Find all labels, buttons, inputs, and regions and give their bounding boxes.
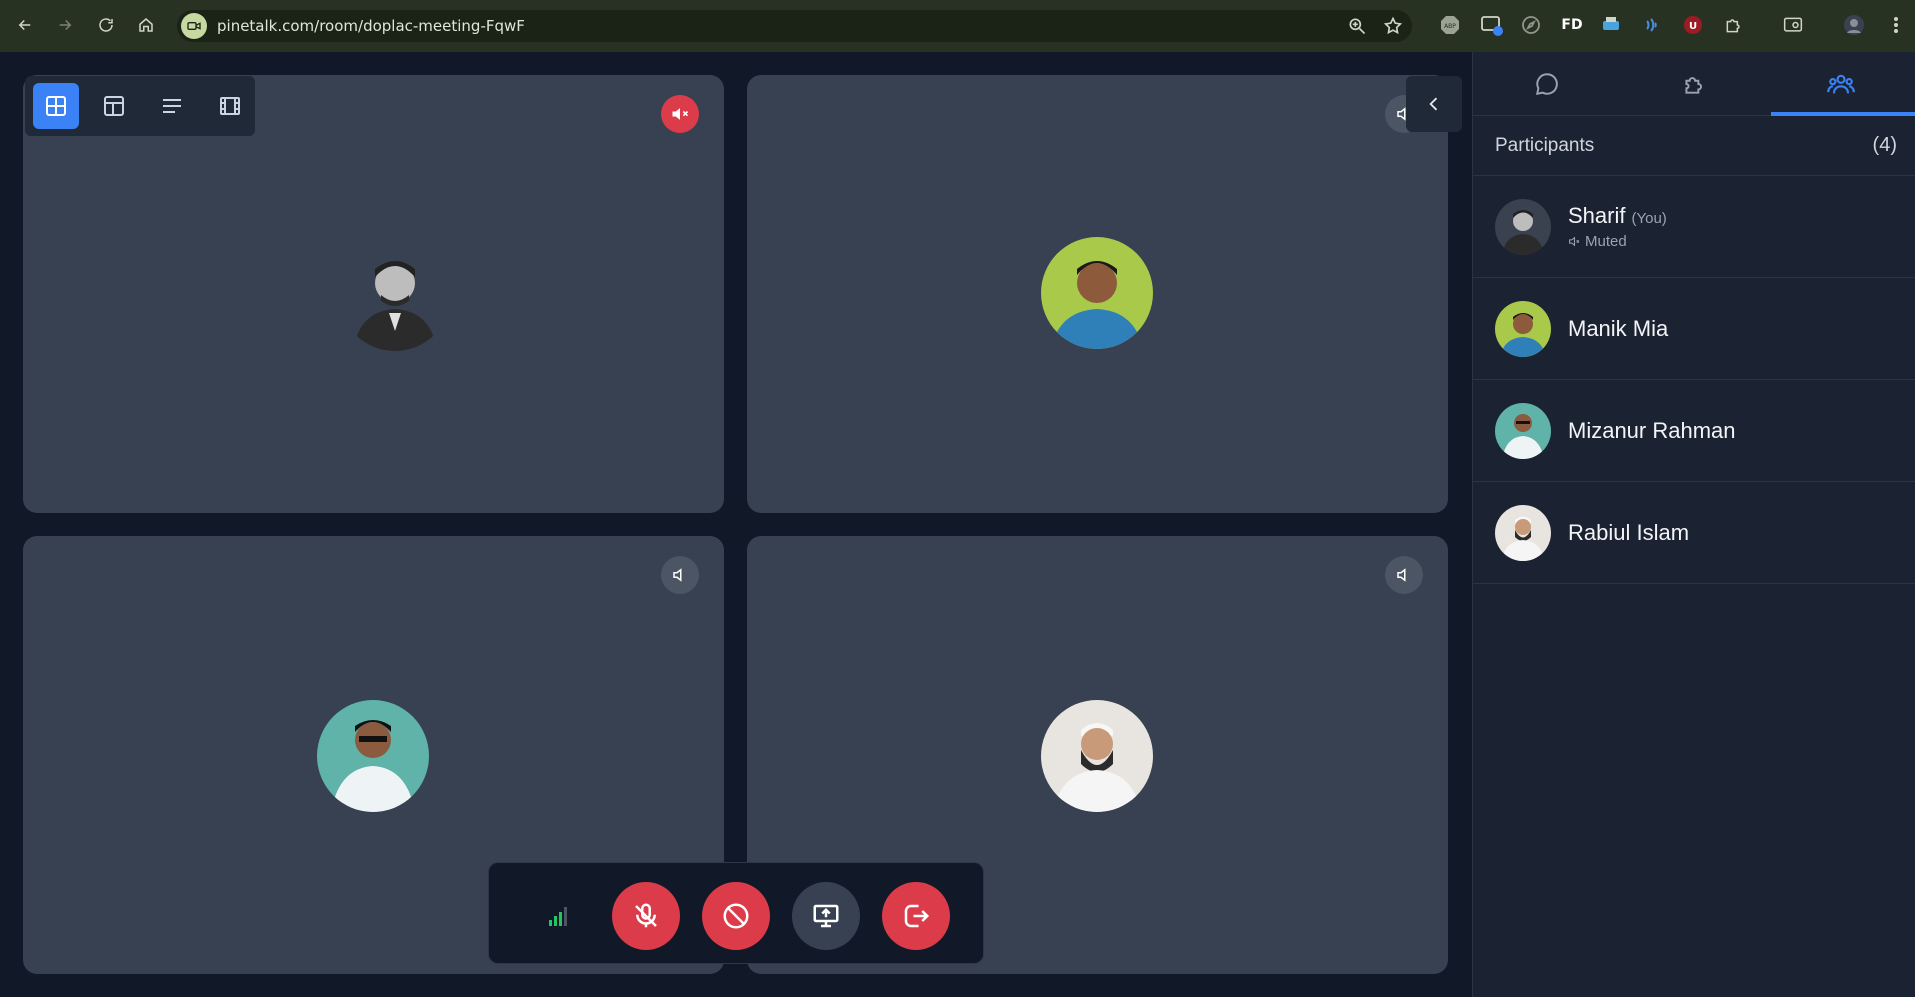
- participant-row[interactable]: Manik Mia: [1473, 278, 1915, 380]
- compass-icon[interactable]: [1520, 14, 1542, 36]
- fd-label: FD: [1561, 17, 1583, 33]
- muted-speaker-icon: [1569, 236, 1580, 247]
- participants-icon: [1827, 74, 1856, 93]
- tab-search-icon[interactable]: [1782, 14, 1804, 36]
- printer-icon[interactable]: [1600, 14, 1622, 36]
- list-view-icon[interactable]: [149, 83, 195, 129]
- kebab-menu-icon[interactable]: [1885, 14, 1907, 36]
- screen-share-icon: [813, 904, 839, 928]
- speaker-icon[interactable]: [661, 556, 699, 594]
- screen-share-button[interactable]: [792, 882, 860, 950]
- participant-count: (4): [1872, 134, 1897, 156]
- panel-tabs: [1473, 52, 1915, 116]
- camera-blocked-icon: [723, 903, 749, 929]
- zoom-icon[interactable]: [1347, 16, 1367, 36]
- fd-icon[interactable]: FD: [1561, 14, 1583, 36]
- panel-title: Participants: [1495, 134, 1595, 156]
- participant-row[interactable]: Mizanur Rahman: [1473, 380, 1915, 482]
- chat-icon: [1535, 72, 1558, 95]
- mute-status: Muted: [1568, 233, 1667, 250]
- leave-icon: [904, 904, 930, 928]
- puzzle-icon[interactable]: [1723, 14, 1745, 36]
- ublock-icon[interactable]: U: [1682, 14, 1704, 36]
- leave-call-button[interactable]: [882, 882, 950, 950]
- forward-icon[interactable]: [54, 14, 76, 36]
- tab-chat[interactable]: [1473, 52, 1620, 115]
- avatar: [317, 700, 429, 812]
- mic-off-icon: [635, 903, 657, 928]
- layout-switcher: [25, 76, 255, 136]
- site-camera-icon: [181, 13, 207, 39]
- chevron-left-icon: [1429, 97, 1438, 111]
- avatar: [1495, 504, 1551, 561]
- address-bar[interactable]: pinetalk.com/room/doplac-meeting-FqwF: [177, 10, 1412, 42]
- camera-toggle-button[interactable]: [702, 882, 770, 950]
- bookmark-star-icon[interactable]: [1383, 16, 1403, 36]
- mic-toggle-button[interactable]: [612, 882, 680, 950]
- svg-text:U: U: [1689, 21, 1697, 32]
- tab-participants[interactable]: [1768, 52, 1915, 115]
- avatar: [1041, 237, 1153, 349]
- picture-in-picture-icon[interactable]: [1481, 14, 1503, 36]
- participant-row[interactable]: Sharif (You) Muted: [1473, 176, 1915, 278]
- video-tile-manik-mia[interactable]: [747, 75, 1448, 513]
- tab-extensions[interactable]: [1620, 52, 1767, 115]
- wave-icon[interactable]: [1641, 14, 1663, 36]
- avatar: [1495, 402, 1551, 459]
- you-label: (You): [1631, 210, 1667, 227]
- avatar: [339, 239, 451, 351]
- url-text: pinetalk.com/room/doplac-meeting-FqwF: [217, 17, 525, 35]
- participant-name: Manik Mia: [1568, 315, 1669, 341]
- muted-speaker-icon[interactable]: [661, 95, 699, 133]
- participant-name: Rabiul Islam: [1568, 519, 1690, 545]
- filmstrip-view-icon[interactable]: [207, 83, 253, 129]
- video-tile-sharif[interactable]: [23, 75, 724, 513]
- status-text: Muted: [1585, 233, 1627, 250]
- participant-row[interactable]: Rabiul Islam: [1473, 482, 1915, 584]
- back-icon[interactable]: [14, 14, 36, 36]
- home-icon[interactable]: [135, 14, 157, 36]
- speaker-icon[interactable]: [1385, 556, 1423, 594]
- grid-view-icon[interactable]: [33, 83, 79, 129]
- side-panel: Participants (4) Sharif (You) Muted Manik…: [1472, 52, 1915, 997]
- avatar: [1041, 700, 1153, 812]
- participant-name: Mizanur Rahman: [1568, 417, 1736, 443]
- participants-header: Participants (4): [1473, 116, 1915, 176]
- profile-avatar-icon[interactable]: [1843, 14, 1865, 36]
- puzzle-icon: [1685, 76, 1702, 94]
- reload-icon[interactable]: [95, 14, 117, 36]
- collapse-panel-button[interactable]: [1406, 76, 1462, 132]
- browser-toolbar: pinetalk.com/room/doplac-meeting-FqwF AB…: [0, 0, 1915, 52]
- video-stage: [0, 52, 1472, 997]
- abp-icon[interactable]: ABP: [1439, 14, 1461, 36]
- avatar: [1495, 300, 1551, 357]
- active-tab-indicator: [1771, 112, 1915, 116]
- connection-quality-icon[interactable]: [525, 882, 593, 950]
- participant-name: Sharif: [1568, 203, 1626, 228]
- svg-text:ABP: ABP: [1444, 23, 1456, 30]
- avatar: [1495, 198, 1551, 255]
- sidebar-view-icon[interactable]: [91, 83, 137, 129]
- call-controls: [488, 862, 984, 964]
